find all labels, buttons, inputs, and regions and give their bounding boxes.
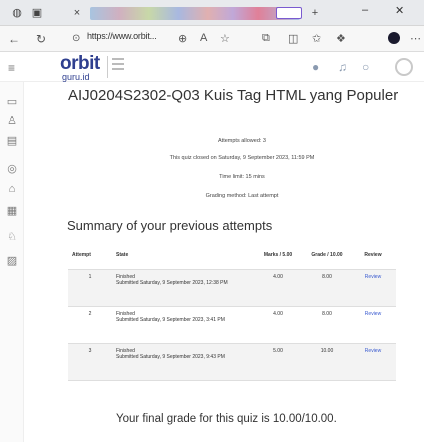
course-icon[interactable]: ▤: [5, 134, 19, 148]
summary-heading: Summary of your previous attempts: [67, 218, 273, 233]
attempt-submitted: Submitted Saturday, 9 September 2023, 3:…: [116, 316, 225, 323]
header-state: State: [112, 241, 252, 270]
logo-divider: [107, 56, 108, 78]
user-avatar[interactable]: [395, 58, 413, 76]
attempt-state: Finished Submitted Saturday, 9 September…: [112, 343, 252, 381]
home-icon[interactable]: ⌂: [5, 182, 19, 196]
logo-tagline-graphic: [112, 58, 124, 76]
site-logo-subtitle: guru.id: [62, 72, 90, 82]
review-link[interactable]: Review: [365, 311, 381, 317]
help-icon[interactable]: ♘: [5, 230, 19, 244]
attempt-submitted: Submitted Saturday, 9 September 2023, 9:…: [116, 353, 225, 360]
browser-menu-icon[interactable]: ◍: [10, 6, 24, 20]
file-icon[interactable]: ▨: [5, 254, 19, 268]
grading-method: Grading method: Last attempt: [205, 193, 279, 199]
attempt-marks: 4.00: [252, 306, 304, 344]
site-logo[interactable]: orbit: [60, 54, 100, 73]
attempt-marks: 5.00: [252, 343, 304, 381]
attempt-number: 1: [68, 269, 112, 307]
extensions-icon[interactable]: ⧉: [262, 32, 270, 45]
final-grade: Your final grade for this quiz is 10.00/…: [116, 413, 337, 425]
attempts-table: Attempt State Marks / 5.00 Grade / 10.00…: [68, 241, 396, 381]
attempt-state: Finished Submitted Saturday, 9 September…: [112, 306, 252, 344]
profile-avatar[interactable]: [388, 32, 400, 44]
attempt-submitted: Submitted Saturday, 9 September 2023, 12…: [116, 279, 228, 286]
favorites-icon[interactable]: ✩: [312, 32, 321, 45]
tab-strip[interactable]: [90, 7, 300, 20]
copilot-icon[interactable]: ❖: [336, 32, 346, 45]
time-limit: Time limit: 15 mins: [219, 174, 265, 180]
hamburger-menu-icon[interactable]: ≡: [8, 61, 15, 75]
url-field[interactable]: https://www.orbit...: [87, 31, 157, 41]
header-marks: Marks / 5.00: [252, 241, 304, 270]
table-header-row: Attempt State Marks / 5.00 Grade / 10.00…: [68, 241, 396, 270]
folder-icon[interactable]: ▭: [5, 95, 19, 109]
header-review: Review: [350, 241, 396, 270]
table-row: 1 Finished Submitted Saturday, 9 Septemb…: [68, 269, 396, 307]
header-attempt: Attempt: [68, 241, 112, 270]
review-link[interactable]: Review: [365, 348, 381, 354]
attempt-grade: 8.00: [304, 306, 350, 344]
bell-icon[interactable]: ♫: [338, 60, 347, 74]
page-title: AIJ0204S2302-Q03 Kuis Tag HTML yang Popu…: [68, 87, 399, 104]
tab-actions-icon[interactable]: ▣: [30, 6, 44, 20]
attempt-grade: 10.00: [304, 343, 350, 381]
attempt-grade: 8.00: [304, 269, 350, 307]
user-icon[interactable]: ♙: [5, 114, 19, 128]
reload-icon[interactable]: ↻: [36, 32, 46, 46]
back-icon[interactable]: ←: [8, 32, 20, 46]
chat-icon[interactable]: ○: [362, 60, 369, 74]
text-size-icon[interactable]: A: [200, 32, 207, 44]
more-menu-icon[interactable]: ⋯: [410, 32, 421, 45]
read-aloud-icon[interactable]: ⊕: [178, 32, 187, 45]
table-row: 2 Finished Submitted Saturday, 9 Septemb…: [68, 306, 396, 344]
table-row: 3 Finished Submitted Saturday, 9 Septemb…: [68, 343, 396, 381]
active-tab[interactable]: [276, 7, 302, 19]
calendar-icon[interactable]: ▦: [5, 204, 19, 218]
quiz-closed-date: This quiz closed on Saturday, 9 Septembe…: [169, 155, 315, 161]
site-header: ≡ orbit guru.id ● ♫ ○: [0, 52, 424, 82]
lock-icon[interactable]: ⊙: [72, 32, 80, 46]
favorite-star-icon[interactable]: ☆: [220, 32, 230, 45]
attempt-state: Finished Submitted Saturday, 9 September…: [112, 269, 252, 307]
tab-close-icon[interactable]: ×: [70, 6, 84, 20]
address-bar: ← ↻ ⊙ https://www.orbit... ⊕ A ☆ ⧉ ◫ ✩ ❖…: [0, 26, 424, 52]
attempt-number: 2: [68, 306, 112, 344]
left-rail: ▭ ♙ ▤ ◎ ⌂ ▦ ♘ ▨: [0, 82, 24, 442]
split-screen-icon[interactable]: ◫: [288, 32, 298, 45]
settings-icon[interactable]: ◎: [5, 162, 19, 176]
review-link[interactable]: Review: [365, 274, 381, 280]
attempt-marks: 4.00: [252, 269, 304, 307]
header-grade: Grade / 10.00: [304, 241, 350, 270]
attempts-allowed: Attempts allowed: 3: [218, 138, 266, 144]
new-tab-button[interactable]: +: [308, 6, 322, 20]
notification-icon[interactable]: ●: [312, 60, 319, 74]
close-window-icon[interactable]: ✕: [395, 4, 404, 17]
browser-tab-bar: ◍ ▣ × + – ✕: [0, 0, 424, 26]
attempt-number: 3: [68, 343, 112, 381]
minimize-icon[interactable]: –: [362, 4, 368, 16]
